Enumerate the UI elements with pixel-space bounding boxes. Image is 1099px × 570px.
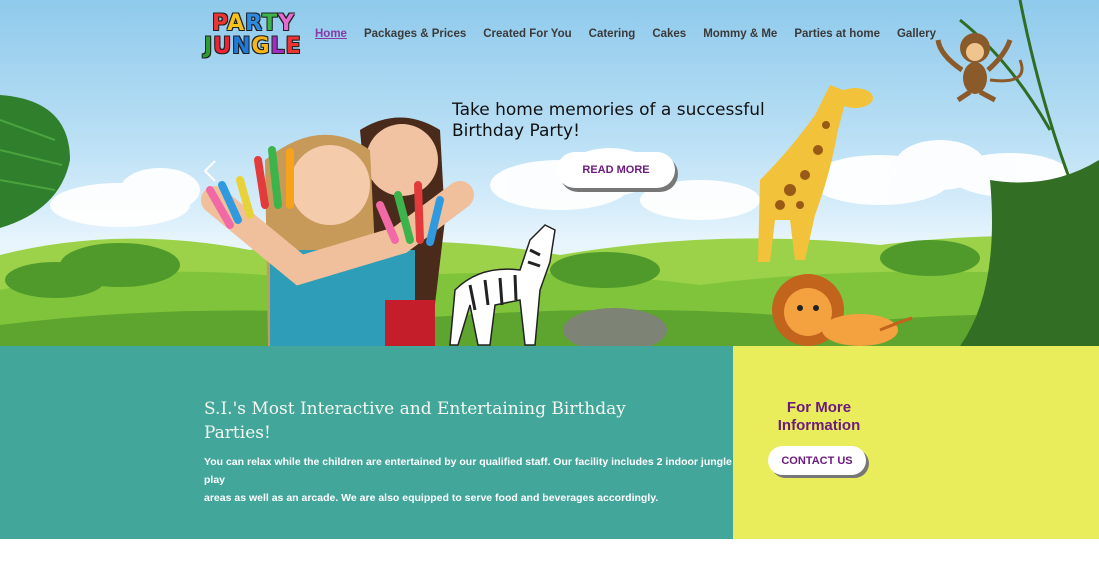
read-more-button[interactable]: READ MORE — [557, 152, 675, 188]
hero-slider: PARTY JUNGLE Home Packages & Prices Crea… — [0, 0, 1099, 346]
logo-word-jungle: JUNGLE — [204, 34, 302, 59]
nav-item-mommy-me[interactable]: Mommy & Me — [703, 28, 777, 40]
more-info-line1: For More — [786, 399, 852, 416]
party-jungle-logo[interactable]: PARTY JUNGLE — [204, 11, 301, 59]
nav-item-parties-at-home[interactable]: Parties at home — [794, 28, 880, 40]
intro-text: You can relax while the children are ent… — [204, 453, 734, 507]
intro-title-line2: Parties! — [204, 423, 271, 443]
info-banner — [733, 346, 1099, 539]
intro-title-line1: S.I.'s Most Interactive and Entertaining… — [204, 399, 626, 419]
intro-title: S.I.'s Most Interactive and Entertaining… — [204, 397, 684, 445]
logo-word-party: PARTY — [212, 11, 296, 36]
contact-us-button[interactable]: CONTACT US — [768, 446, 866, 475]
intro-text-line2: areas as well as an arcade. We are also … — [204, 492, 659, 504]
jungle-scene-illustration — [0, 0, 1099, 346]
nav-item-created-for-you[interactable]: Created For You — [483, 28, 571, 40]
chevron-right-icon[interactable] — [884, 160, 898, 182]
slide-headline-line2: Birthday Party! — [452, 121, 580, 141]
more-info-line2: Information — [777, 417, 861, 434]
nav-item-cakes[interactable]: Cakes — [652, 28, 686, 40]
nav-item-catering[interactable]: Catering — [589, 28, 636, 40]
chevron-left-icon[interactable] — [203, 160, 217, 182]
monkey-illustration — [935, 33, 1024, 103]
more-info-heading: For More Information — [762, 399, 876, 435]
nav-item-home[interactable]: Home — [315, 28, 347, 40]
main-nav: Home Packages & Prices Created For You C… — [315, 28, 953, 40]
slide-headline-line1: Take home memories of a successful — [452, 100, 765, 120]
nav-item-packages-prices[interactable]: Packages & Prices — [364, 28, 466, 40]
slide-headline: Take home memories of a successful Birth… — [452, 100, 792, 142]
nav-item-gallery[interactable]: Gallery — [897, 28, 936, 40]
intro-text-line1: You can relax while the children are ent… — [204, 456, 732, 486]
